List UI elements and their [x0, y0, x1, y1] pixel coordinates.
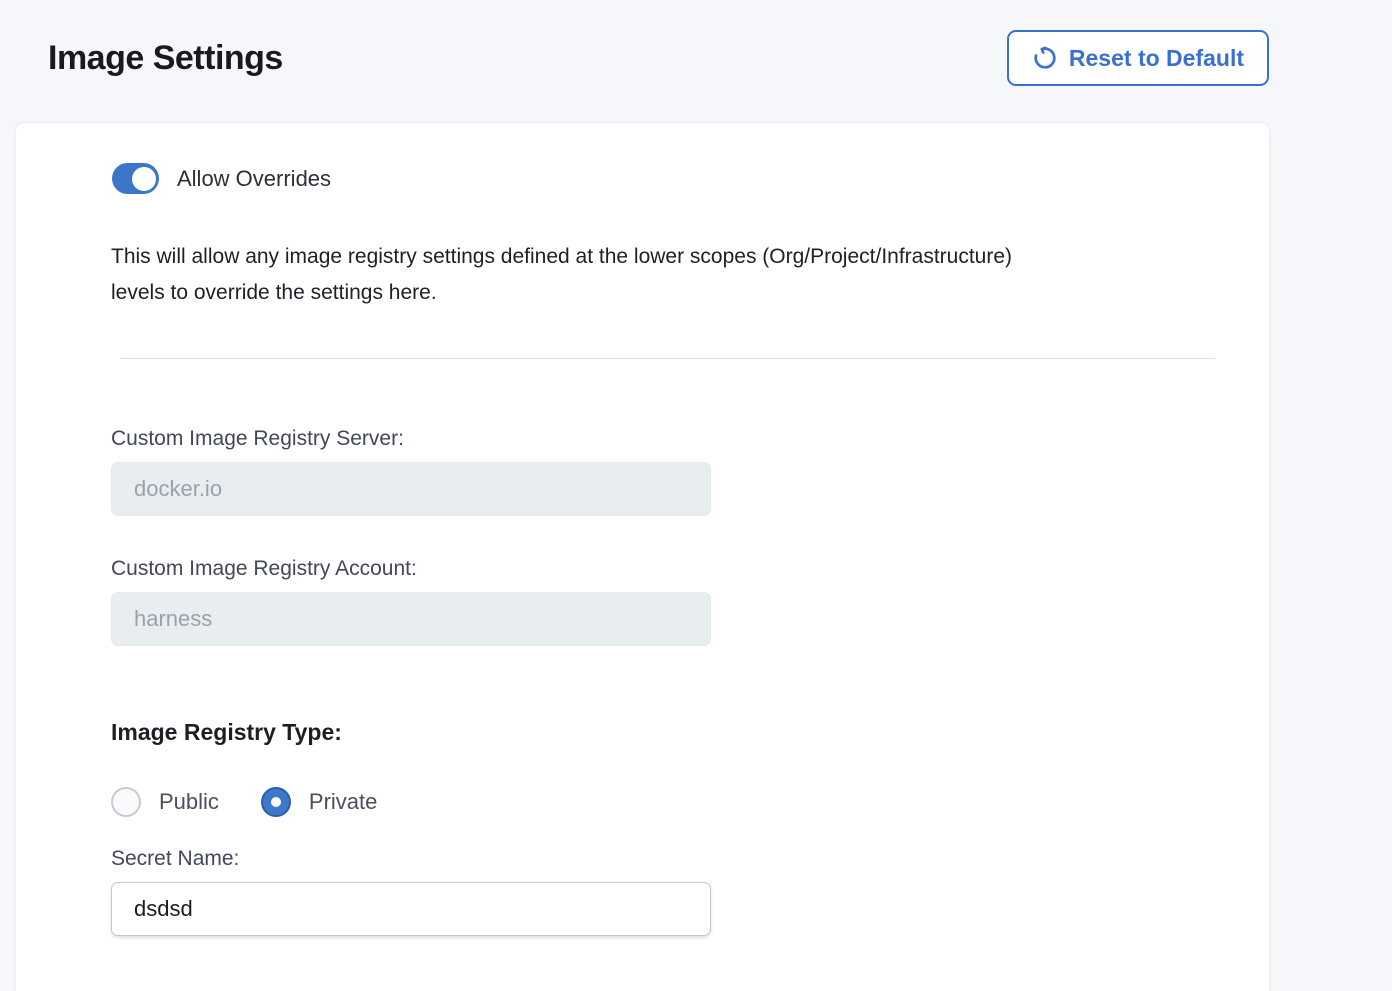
- radio-selected-icon: [261, 787, 291, 817]
- override-description-line1: This will allow any image registry setti…: [111, 239, 1224, 275]
- registry-account-input[interactable]: [111, 592, 711, 646]
- registry-type-label: Image Registry Type:: [111, 719, 1224, 746]
- radio-option-private[interactable]: Private: [261, 787, 377, 817]
- registry-account-label: Custom Image Registry Account:: [111, 557, 1224, 581]
- reset-button-label: Reset to Default: [1069, 45, 1244, 72]
- radio-private-label: Private: [309, 789, 377, 815]
- override-description: This will allow any image registry setti…: [111, 239, 1224, 311]
- radio-option-public[interactable]: Public: [111, 787, 219, 817]
- allow-overrides-row: Allow Overrides: [112, 163, 1224, 194]
- secret-name-input[interactable]: [111, 882, 711, 936]
- reset-to-default-button[interactable]: Reset to Default: [1007, 30, 1269, 86]
- allow-overrides-label: Allow Overrides: [177, 166, 331, 192]
- section-divider: [120, 358, 1215, 359]
- allow-overrides-toggle[interactable]: [112, 163, 159, 194]
- image-settings-card: Allow Overrides This will allow any imag…: [15, 122, 1270, 991]
- page-header: Image Settings Reset to Default: [0, 0, 1392, 86]
- toggle-knob-icon: [132, 167, 156, 191]
- registry-server-input[interactable]: [111, 462, 711, 516]
- secret-name-label: Secret Name:: [111, 847, 1224, 871]
- registry-type-radio-group: Public Private: [111, 787, 1224, 817]
- radio-unselected-icon: [111, 787, 141, 817]
- registry-server-label: Custom Image Registry Server:: [111, 427, 1224, 451]
- reset-ccw-icon: [1032, 45, 1058, 71]
- radio-public-label: Public: [159, 789, 219, 815]
- page-title: Image Settings: [48, 39, 283, 78]
- override-description-line2: levels to override the settings here.: [111, 275, 1224, 311]
